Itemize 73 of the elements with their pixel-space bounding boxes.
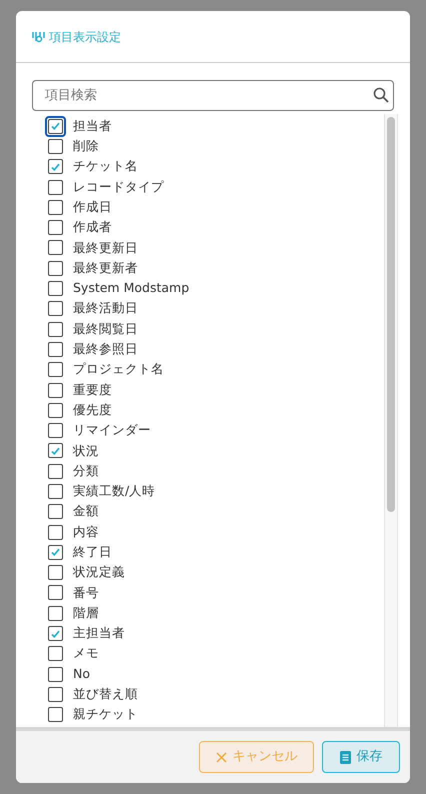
field-label: 階層: [73, 604, 99, 622]
checkbox[interactable]: [48, 423, 63, 438]
checkbox[interactable]: [48, 504, 63, 520]
checkbox[interactable]: [48, 585, 63, 600]
field-label: 番号: [73, 584, 99, 602]
checkbox[interactable]: [48, 159, 63, 174]
field-label: 重要度: [73, 380, 112, 399]
field-label: プロジェクト名: [73, 360, 164, 378]
field-label: 並び替え順: [73, 685, 138, 704]
field-label: 最終更新日: [73, 238, 138, 257]
field-label: 実績工数/人時: [73, 482, 156, 500]
field-label: 金額: [73, 502, 99, 520]
checkbox[interactable]: [48, 686, 63, 702]
field-label: 作成者: [73, 218, 112, 236]
field-label: リマインダー: [73, 421, 151, 440]
checkbox[interactable]: [48, 180, 63, 195]
field-label: 作成日: [73, 198, 112, 216]
check-icon: [51, 630, 60, 638]
checkbox[interactable]: [48, 484, 63, 499]
field-label: 最終参照日: [73, 340, 138, 358]
save-button[interactable]: 保存: [322, 741, 400, 773]
field-label: チケット名: [73, 157, 138, 176]
close-icon: [216, 752, 226, 762]
field-label: 終了日: [73, 543, 112, 561]
check-icon: [51, 446, 60, 455]
dialog-title: 項目表示設定: [49, 28, 121, 46]
checkbox[interactable]: [48, 200, 63, 215]
field-label: 内容: [73, 522, 99, 541]
checkbox[interactable]: [48, 626, 63, 642]
field-label: 担当者: [73, 116, 112, 135]
checkbox[interactable]: [48, 260, 63, 276]
checkbox[interactable]: [48, 707, 63, 722]
field-label: メモ: [73, 644, 99, 662]
field-label: 最終更新者: [73, 258, 138, 277]
checkbox[interactable]: [48, 342, 63, 357]
cancel-button[interactable]: キャンセル: [199, 741, 314, 773]
checkbox[interactable]: [48, 565, 63, 580]
field-label: 状況: [73, 442, 99, 460]
field-label: レコードタイプ: [73, 178, 164, 196]
checkbox[interactable]: [48, 281, 63, 296]
document-icon: [340, 750, 350, 764]
checkbox[interactable]: [48, 443, 63, 458]
field-label: 削除: [73, 137, 99, 156]
field-label: 親チケット: [73, 705, 138, 724]
field-label: 最終閲覧日: [73, 320, 138, 338]
checkbox[interactable]: [48, 301, 63, 316]
field-label: System Modstamp: [73, 279, 190, 298]
field-label: 主担当者: [73, 624, 125, 642]
check-icon: [51, 548, 60, 556]
checkbox[interactable]: [48, 220, 63, 236]
check-icon: [51, 162, 60, 171]
checkbox[interactable]: [48, 402, 63, 418]
checkbox[interactable]: [48, 646, 63, 662]
field-label: 最終活動日: [73, 299, 138, 318]
columns-icon: [32, 30, 45, 42]
checkbox[interactable]: [48, 382, 63, 398]
checkbox[interactable]: [48, 138, 63, 154]
checkbox[interactable]: [48, 362, 63, 378]
checkbox[interactable]: [48, 606, 63, 621]
field-label: No: [73, 664, 90, 683]
search-field[interactable]: 項目検索: [32, 80, 394, 111]
check-icon: [51, 122, 60, 130]
checkbox[interactable]: [48, 524, 63, 540]
field-label: 優先度: [73, 400, 112, 419]
checkbox[interactable]: [48, 322, 63, 337]
search-icon: [373, 87, 389, 103]
checkbox[interactable]: [48, 464, 63, 479]
field-label: 状況定義: [73, 563, 125, 582]
checkbox[interactable]: [48, 240, 63, 256]
scrollbar-thumb[interactable]: [387, 117, 395, 512]
checkbox[interactable]: [48, 666, 63, 682]
field-label: 分類: [73, 462, 99, 480]
checkbox[interactable]: [48, 544, 63, 560]
